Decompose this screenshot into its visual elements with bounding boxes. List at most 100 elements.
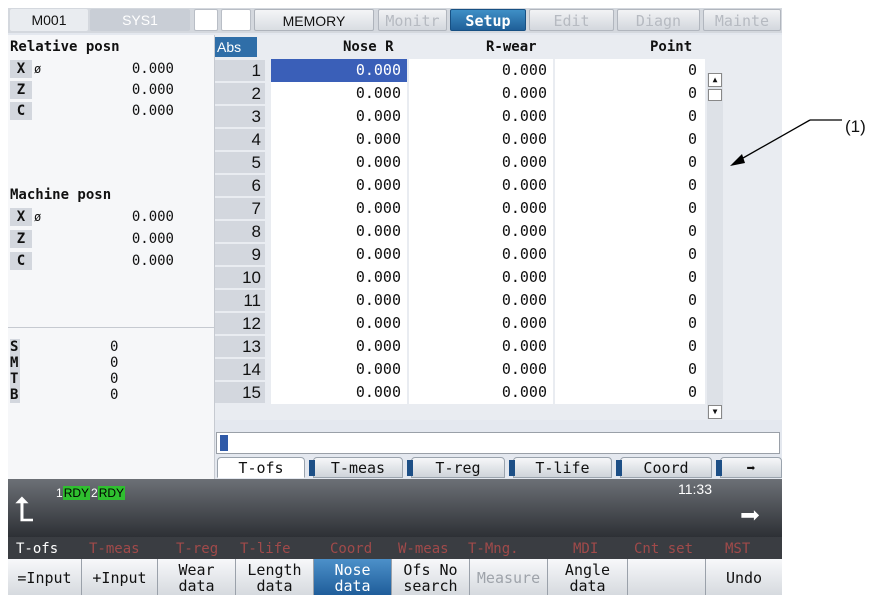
cell-r-wear[interactable]: 0.000 bbox=[409, 151, 553, 174]
cell-point[interactable]: 0 bbox=[555, 243, 705, 266]
machine-axis-c: C 0.000 bbox=[10, 251, 210, 271]
menu-t-life[interactable]: T-life bbox=[240, 540, 291, 558]
table-row[interactable]: 12 0.000 0.000 0 bbox=[215, 312, 705, 335]
key-equal-input[interactable]: =Input bbox=[8, 559, 82, 595]
cell-nose-r[interactable]: 0.000 bbox=[271, 59, 407, 82]
cell-r-wear[interactable]: 0.000 bbox=[409, 82, 553, 105]
cell-point[interactable]: 0 bbox=[555, 197, 705, 220]
subtab-t-meas[interactable]: T-meas bbox=[309, 457, 403, 478]
menu-t-ofs[interactable]: T-ofs bbox=[16, 540, 58, 558]
cell-point[interactable]: 0 bbox=[555, 266, 705, 289]
cell-r-wear[interactable]: 0.000 bbox=[409, 105, 553, 128]
cell-nose-r[interactable]: 0.000 bbox=[271, 266, 407, 289]
cell-nose-r[interactable]: 0.000 bbox=[271, 335, 407, 358]
cell-r-wear[interactable]: 0.000 bbox=[409, 358, 553, 381]
table-row[interactable]: 6 0.000 0.000 0 bbox=[215, 174, 705, 197]
cell-nose-r[interactable]: 0.000 bbox=[271, 151, 407, 174]
cell-nose-r[interactable]: 0.000 bbox=[271, 220, 407, 243]
cell-r-wear[interactable]: 0.000 bbox=[409, 128, 553, 151]
subtab-t-life[interactable]: T-life bbox=[509, 457, 612, 478]
cell-nose-r[interactable]: 0.000 bbox=[271, 243, 407, 266]
subtab-t-reg[interactable]: T-reg bbox=[407, 457, 505, 478]
menu-cnt-set[interactable]: Cnt set bbox=[634, 540, 693, 558]
menu-return-icon[interactable]: ⮤ bbox=[14, 493, 34, 527]
subtab-t-ofs[interactable]: T-ofs bbox=[217, 457, 305, 478]
menu-t-reg[interactable]: T-reg bbox=[176, 540, 218, 558]
table-row[interactable]: 7 0.000 0.000 0 bbox=[215, 197, 705, 220]
cell-point[interactable]: 0 bbox=[555, 312, 705, 335]
tab-mainte[interactable]: Mainte bbox=[703, 9, 781, 31]
cell-nose-r[interactable]: 0.000 bbox=[271, 289, 407, 312]
cell-point[interactable]: 0 bbox=[555, 174, 705, 197]
table-row[interactable]: 3 0.000 0.000 0 bbox=[215, 105, 705, 128]
cell-nose-r[interactable]: 0.000 bbox=[271, 174, 407, 197]
menu-mst[interactable]: MST bbox=[725, 540, 750, 558]
key-measure[interactable]: Measure bbox=[470, 559, 548, 595]
tab-setup[interactable]: Setup bbox=[450, 9, 526, 31]
key-wear-data[interactable]: Wear data bbox=[158, 559, 236, 595]
cell-nose-r[interactable]: 0.000 bbox=[271, 197, 407, 220]
key-plus-input[interactable]: +Input bbox=[82, 559, 158, 595]
table-row[interactable]: 8 0.000 0.000 0 bbox=[215, 220, 705, 243]
cell-r-wear[interactable]: 0.000 bbox=[409, 197, 553, 220]
table-row[interactable]: 10 0.000 0.000 0 bbox=[215, 266, 705, 289]
input-line[interactable] bbox=[216, 432, 780, 454]
key-nose-data[interactable]: Nose data bbox=[314, 559, 392, 595]
cell-r-wear[interactable]: 0.000 bbox=[409, 335, 553, 358]
cell-point[interactable]: 0 bbox=[555, 289, 705, 312]
cell-r-wear[interactable]: 0.000 bbox=[409, 381, 553, 404]
table-row[interactable]: 5 0.000 0.000 0 bbox=[215, 151, 705, 174]
menu-coord[interactable]: Coord bbox=[330, 540, 372, 558]
cell-nose-r[interactable]: 0.000 bbox=[271, 312, 407, 335]
cell-nose-r[interactable]: 0.000 bbox=[271, 381, 407, 404]
cell-r-wear[interactable]: 0.000 bbox=[409, 243, 553, 266]
scroll-up-icon[interactable]: ▲ bbox=[708, 73, 722, 87]
cell-r-wear[interactable]: 0.000 bbox=[409, 312, 553, 335]
axis-value: 0.000 bbox=[131, 209, 174, 225]
cell-r-wear[interactable]: 0.000 bbox=[409, 266, 553, 289]
menu-mdi[interactable]: MDI bbox=[573, 540, 598, 558]
table-row[interactable]: 15 0.000 0.000 0 bbox=[215, 381, 705, 404]
cell-point[interactable]: 0 bbox=[555, 151, 705, 174]
cell-r-wear[interactable]: 0.000 bbox=[409, 174, 553, 197]
table-row[interactable]: 1 0.000 0.000 0 bbox=[215, 59, 705, 82]
key-undo[interactable]: Undo bbox=[706, 559, 782, 595]
table-row[interactable]: 14 0.000 0.000 0 bbox=[215, 358, 705, 381]
cell-point[interactable]: 0 bbox=[555, 82, 705, 105]
scroll-thumb[interactable] bbox=[708, 89, 722, 101]
table-row[interactable]: 9 0.000 0.000 0 bbox=[215, 243, 705, 266]
cell-r-wear[interactable]: 0.000 bbox=[409, 59, 553, 82]
table-row[interactable]: 11 0.000 0.000 0 bbox=[215, 289, 705, 312]
table-row[interactable]: 4 0.000 0.000 0 bbox=[215, 128, 705, 151]
cell-point[interactable]: 0 bbox=[555, 335, 705, 358]
cell-nose-r[interactable]: 0.000 bbox=[271, 128, 407, 151]
subtab-coord[interactable]: Coord bbox=[616, 457, 712, 478]
cell-point[interactable]: 0 bbox=[555, 105, 705, 128]
cell-point[interactable]: 0 bbox=[555, 358, 705, 381]
cell-nose-r[interactable]: 0.000 bbox=[271, 82, 407, 105]
cell-nose-r[interactable]: 0.000 bbox=[271, 358, 407, 381]
table-row[interactable]: 13 0.000 0.000 0 bbox=[215, 335, 705, 358]
cell-r-wear[interactable]: 0.000 bbox=[409, 289, 553, 312]
menu-t-mng[interactable]: T-Mng. bbox=[468, 540, 519, 558]
key-angle-data[interactable]: Angle data bbox=[548, 559, 628, 595]
cell-nose-r[interactable]: 0.000 bbox=[271, 105, 407, 128]
key-ofs-no-search[interactable]: Ofs No search bbox=[392, 559, 470, 595]
tab-next-icon[interactable]: ➡ bbox=[716, 457, 782, 478]
cell-point[interactable]: 0 bbox=[555, 59, 705, 82]
tab-monitor[interactable]: Monitr bbox=[378, 9, 447, 31]
key-length-data[interactable]: Length data bbox=[236, 559, 314, 595]
cell-point[interactable]: 0 bbox=[555, 128, 705, 151]
tab-diagn[interactable]: Diagn bbox=[617, 9, 700, 31]
key-blank[interactable] bbox=[628, 559, 706, 595]
menu-t-meas[interactable]: T-meas bbox=[89, 540, 140, 558]
menu-next-icon[interactable]: ➡ bbox=[740, 499, 760, 533]
tab-edit[interactable]: Edit bbox=[529, 9, 614, 31]
menu-group-row: T-ofs T-meas T-reg T-life Coord W-meas T… bbox=[8, 537, 782, 559]
cell-point[interactable]: 0 bbox=[555, 220, 705, 243]
scroll-down-icon[interactable]: ▼ bbox=[708, 405, 722, 419]
cell-point[interactable]: 0 bbox=[555, 381, 705, 404]
cell-r-wear[interactable]: 0.000 bbox=[409, 220, 553, 243]
menu-w-meas[interactable]: W-meas bbox=[398, 540, 449, 558]
table-row[interactable]: 2 0.000 0.000 0 bbox=[215, 82, 705, 105]
